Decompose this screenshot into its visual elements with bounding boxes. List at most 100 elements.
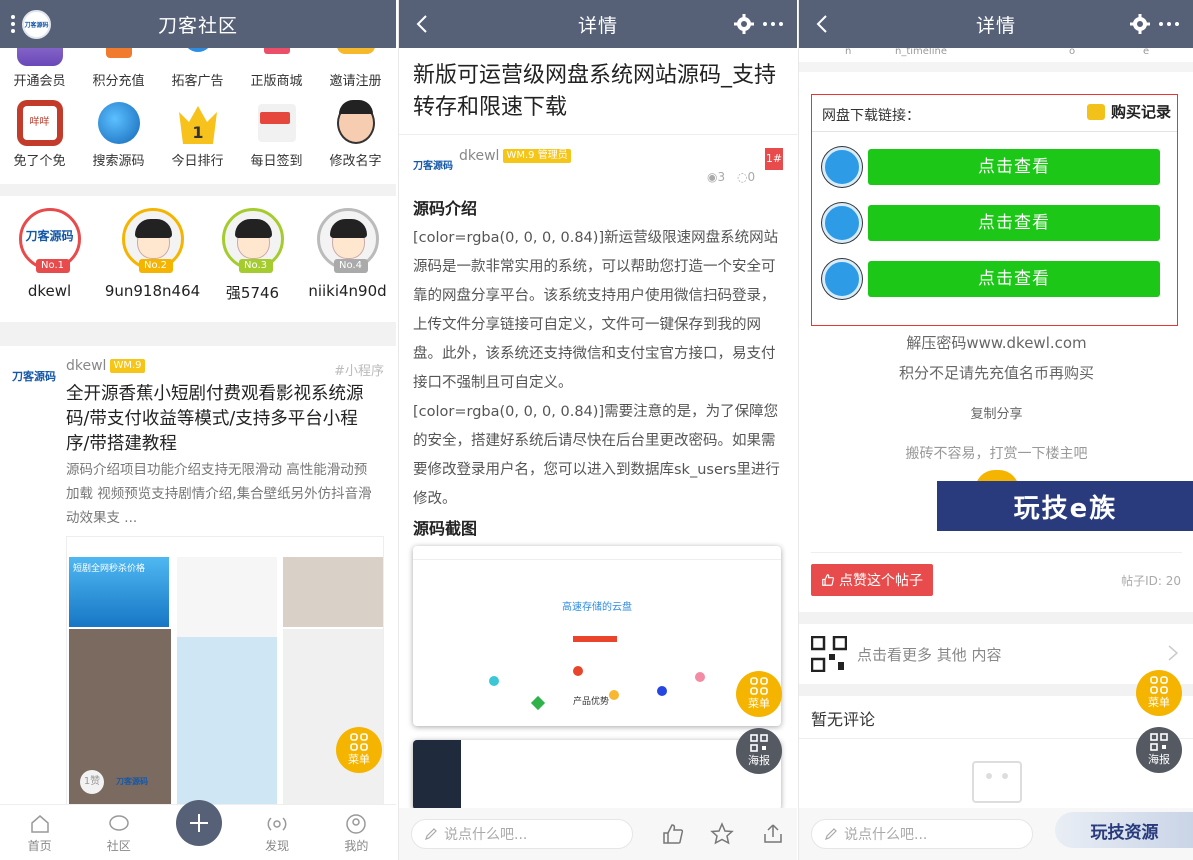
no-comment-heading: 暂无评论 xyxy=(811,710,876,729)
grid-item-free[interactable]: 咩咩 免了个免 xyxy=(0,100,79,169)
liker-avatar: 刀客源码 xyxy=(116,777,148,786)
more-icon[interactable] xyxy=(1157,12,1181,36)
copy-share-link[interactable]: 复制分享 xyxy=(799,403,1193,422)
poster-fab[interactable]: 海报 xyxy=(1136,727,1182,773)
chevron-right-icon xyxy=(1168,645,1179,661)
gear-icon[interactable] xyxy=(733,13,755,35)
grid-icon xyxy=(750,677,768,695)
author-avatar[interactable]: 刀客源码 xyxy=(413,152,453,182)
empty-box-icon xyxy=(972,761,1022,803)
grid-item-label: 正版商城 xyxy=(250,74,303,89)
article-body: 源码介绍 [color=rgba(0, 0, 0, 0.84)]新运营级限速网盘… xyxy=(413,194,785,544)
page-title: 详情 xyxy=(577,14,618,37)
tab-community[interactable]: 社区 xyxy=(89,813,149,854)
rank-username: dkewl xyxy=(27,282,72,300)
tab-home[interactable]: 首页 xyxy=(10,813,70,854)
page-title: 刀客社区 xyxy=(157,14,238,37)
back-icon[interactable] xyxy=(411,12,435,36)
comment-input[interactable]: 说点什么吧... xyxy=(811,819,1033,849)
view-link-button[interactable]: 点击查看 xyxy=(868,205,1160,241)
eye-icon: ◉ xyxy=(707,170,718,184)
more-vertical-icon[interactable] xyxy=(6,12,20,36)
rank-item-1[interactable]: 刀客源码 No.1 dkewl xyxy=(0,208,99,300)
post-plus-button[interactable] xyxy=(176,800,222,846)
grid-item-checkin[interactable]: 每日签到 xyxy=(237,100,316,169)
menu-fab[interactable]: 菜单 xyxy=(1136,670,1182,716)
purchase-record-label: 购买记录 xyxy=(1110,103,1171,121)
view-link-button[interactable]: 点击查看 xyxy=(868,149,1160,185)
article-paragraph: [color=rgba(0, 0, 0, 0.84)]新运营级限速网盘系统网站源… xyxy=(413,230,779,391)
like-post-button[interactable]: 点赞这个帖子 xyxy=(811,564,933,596)
rank-badge: No.1 xyxy=(35,259,70,273)
comment-input[interactable]: 说点什么吧... xyxy=(411,819,633,849)
grid-item-rank[interactable]: 1 今日排行 xyxy=(158,100,237,169)
purchase-record-link[interactable]: 购买记录 xyxy=(1086,101,1171,122)
share-icon[interactable] xyxy=(761,822,785,846)
grid-item-search[interactable]: 搜索源码 xyxy=(79,100,158,169)
post-detail-panel: 详情 新版可运营级网盘系统网站源码_支持转存和限速下载 刀客源码 dkewl WM… xyxy=(398,0,797,860)
plus-icon xyxy=(190,814,208,832)
star-icon[interactable] xyxy=(710,822,734,846)
cloud-icon xyxy=(822,203,862,243)
avatar: No.4 xyxy=(316,208,379,273)
gear-icon[interactable] xyxy=(1129,13,1151,35)
grid-item-label: 拓客广告 xyxy=(171,74,224,89)
download-row-1: 点击查看 xyxy=(822,147,1168,187)
free-icon: 咩咩 xyxy=(16,100,63,146)
comment-count: 0 xyxy=(747,170,756,184)
screenshot-image-2[interactable] xyxy=(413,740,781,810)
poster-fab-label: 海报 xyxy=(1148,753,1170,766)
header-bar: 刀客源码 刀客社区 xyxy=(0,0,396,48)
tab-label: 我的 xyxy=(344,839,369,853)
menu-fab[interactable]: 菜单 xyxy=(736,671,782,717)
more-content-row[interactable]: 点击看更多 其他 内容 xyxy=(799,624,1193,684)
level-badge: WM.9 xyxy=(110,359,145,373)
post-card[interactable]: 刀客源码 dkewl WM.9 #小程序 全开源香蕉小短剧付费观看影视系统源码/带… xyxy=(0,346,396,806)
reward-prompt: 搬砖不容易，打赏一下楼主吧 xyxy=(905,446,1088,462)
unzip-password: 解压密码www.dkewl.com xyxy=(906,334,1087,352)
promo-banner[interactable]: 玩技e族 xyxy=(937,481,1193,531)
grid-item-rename[interactable]: 修改名字 xyxy=(316,100,395,169)
qrcode-icon xyxy=(811,636,847,672)
tab-discover[interactable]: 发现 xyxy=(247,813,307,854)
view-link-button[interactable]: 点击查看 xyxy=(868,261,1160,297)
rank-item-3[interactable]: No.3 强5746 xyxy=(203,208,302,303)
post-tag[interactable]: #小程序 xyxy=(334,360,384,379)
author-name[interactable]: dkewl xyxy=(66,358,106,374)
section-heading: 源码截图 xyxy=(413,519,478,538)
thumbs-up-icon[interactable] xyxy=(661,822,685,846)
download-label: 网盘下载链接： xyxy=(822,108,920,124)
avatar: 刀客源码 No.1 xyxy=(18,208,81,273)
like-count[interactable]: 1赞 xyxy=(80,770,104,794)
tab-label: 首页 xyxy=(27,839,52,853)
app-logo[interactable]: 刀客源码 xyxy=(22,10,51,39)
post-id: 帖子ID: 20 xyxy=(1121,574,1181,588)
cloud-icon xyxy=(822,259,862,299)
author-name[interactable]: dkewl xyxy=(459,148,499,164)
insufficient-notice: 积分不足请先充值名币再购买 xyxy=(898,364,1094,382)
home-icon xyxy=(30,815,49,833)
rank-item-4[interactable]: No.4 niiki4n90d xyxy=(298,208,396,300)
author-avatar[interactable]: 刀客源码 xyxy=(12,368,56,388)
poster-fab[interactable]: 海报 xyxy=(736,728,782,774)
post-meta: dkewl WM.9 xyxy=(66,358,145,374)
rank-item-2[interactable]: No.2 9un918n464 xyxy=(103,208,202,300)
download-panel: 详情 n n_timeline o e 网盘下载链接： 购买记录 点击查看 点击… xyxy=(798,0,1193,860)
menu-fab[interactable]: 菜单 xyxy=(336,727,382,773)
like-post-label: 点赞这个帖子 xyxy=(839,573,923,589)
qrcode-icon xyxy=(750,734,768,752)
post-thumbnail[interactable]: 短剧全网秒杀价格 xyxy=(66,536,384,806)
post-summary: 源码介绍项目功能介绍支持无限滑动 高性能滑动预加载 视频预览支持剧情介绍,集合壁… xyxy=(66,462,372,526)
post-title[interactable]: 全开源香蕉小短剧付费观看影视系统源码/带支付收益等模式/支持多平台小程序/带搭建… xyxy=(66,382,376,457)
more-icon[interactable] xyxy=(761,12,785,36)
menu-fab-label: 菜单 xyxy=(348,753,370,766)
screenshot-image-1[interactable]: 高速存储的云盘 产品优势 xyxy=(413,546,781,726)
tab-mine[interactable]: 我的 xyxy=(326,813,386,854)
coins-icon xyxy=(1086,103,1105,120)
globe-search-icon xyxy=(95,100,142,146)
back-icon[interactable] xyxy=(811,12,835,36)
divider xyxy=(399,134,797,135)
thumbs-up-icon xyxy=(822,574,835,586)
download-row-2: 点击查看 xyxy=(822,203,1168,243)
menu-fab-label: 菜单 xyxy=(748,697,770,710)
